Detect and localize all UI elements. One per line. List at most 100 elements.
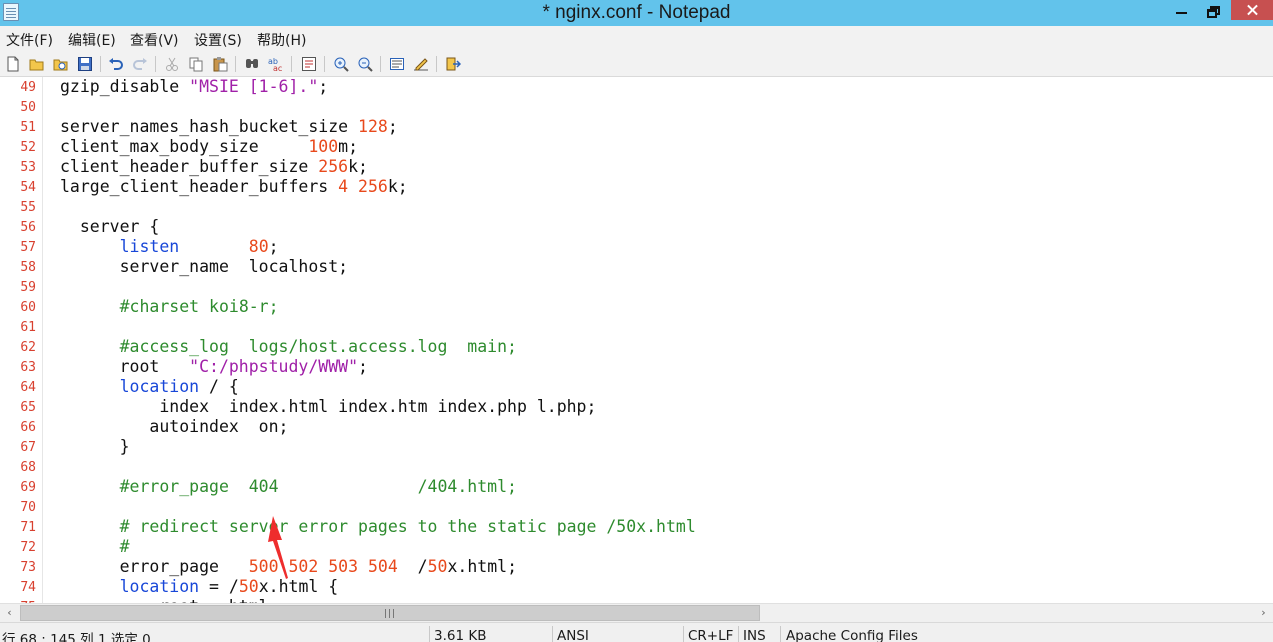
new-file-icon[interactable] (5, 56, 21, 72)
status-separator (552, 626, 553, 642)
line-number: 49 (20, 80, 36, 95)
code-line[interactable]: 64 location / { (0, 377, 1273, 397)
line-number: 59 (20, 280, 36, 295)
code-token: 4 (338, 177, 349, 196)
code-text: } (60, 437, 130, 457)
line-ending[interactable]: CR+LF (688, 628, 733, 642)
code-line[interactable]: 67 } (0, 437, 1273, 457)
code-line[interactable]: 54 large_client_header_buffers 4 256k; (0, 177, 1273, 197)
replace-icon[interactable]: ab ac (268, 56, 284, 72)
code-text: # redirect server error pages to the sta… (60, 517, 696, 537)
open-folder-icon[interactable] (29, 56, 45, 72)
line-number: 71 (20, 520, 36, 535)
save-icon[interactable] (77, 56, 93, 72)
code-token: k; (348, 157, 368, 176)
code-line[interactable]: 70 (0, 497, 1273, 517)
code-token: server_name localhost; (60, 257, 349, 276)
code-line[interactable]: 74 location = /50x.html { (0, 577, 1273, 597)
cut-icon[interactable] (164, 56, 180, 72)
code-line[interactable]: 52 client_max_body_size 100m; (0, 137, 1273, 157)
code-line[interactable]: 69 #error_page 404 /404.html; (0, 477, 1273, 497)
reopen-icon[interactable] (53, 56, 69, 72)
encoding[interactable]: ANSI (557, 628, 589, 642)
close-button[interactable] (1231, 0, 1273, 20)
scroll-left-arrow-icon[interactable]: ‹ (0, 604, 19, 622)
code-token: #charset koi8-r; (119, 297, 279, 316)
code-line[interactable]: 55 (0, 197, 1273, 217)
code-line[interactable]: 57 listen 80; (0, 237, 1273, 257)
restore-button[interactable] (1197, 0, 1233, 20)
code-line[interactable]: 66 autoindex on; (0, 417, 1273, 437)
insert-mode[interactable]: INS (743, 628, 766, 642)
redo-icon[interactable] (132, 56, 148, 72)
menu-file[interactable]: 文件(F) (6, 30, 53, 50)
code-line[interactable]: 49 gzip_disable "MSIE [1-6]."; (0, 77, 1273, 97)
minimize-button[interactable] (1163, 0, 1199, 20)
code-line[interactable]: 62 #access_log logs/host.access.log main… (0, 337, 1273, 357)
code-token: large_client_header_buffers (60, 177, 339, 196)
code-line[interactable]: 63 root "C:/phpstudy/WWW"; (0, 357, 1273, 377)
find-icon[interactable] (244, 56, 260, 72)
code-line[interactable]: 59 (0, 277, 1273, 297)
code-token: # (119, 537, 130, 556)
zoom-in-icon[interactable] (333, 56, 349, 72)
line-number: 66 (20, 420, 36, 435)
code-line[interactable]: 51 server_names_hash_bucket_size 128; (0, 117, 1273, 137)
code-line[interactable]: 60 #charset koi8-r; (0, 297, 1273, 317)
code-line[interactable]: 50 (0, 97, 1273, 117)
scroll-right-arrow-icon[interactable]: › (1254, 604, 1273, 622)
edit-icon[interactable] (413, 56, 429, 72)
code-line[interactable]: 68 (0, 457, 1273, 477)
code-token: x.html; (447, 557, 518, 576)
paste-icon[interactable] (212, 56, 228, 72)
line-number: 58 (20, 260, 36, 275)
red-annotation-arrow (268, 516, 288, 579)
code-line[interactable]: 72 # (0, 537, 1273, 557)
menu-settings[interactable]: 设置(S) (194, 30, 242, 50)
status-separator (738, 626, 739, 642)
menu-view[interactable]: 查看(V) (130, 30, 179, 50)
code-token: ; (268, 237, 279, 256)
code-token: 80 (248, 237, 269, 256)
zoom-out-icon[interactable] (357, 56, 373, 72)
code-token: server_names_hash_bucket_size (60, 117, 359, 136)
code-text: server { (60, 217, 159, 237)
toolbar: ab ac (0, 51, 1273, 77)
code-line[interactable]: 61 (0, 317, 1273, 337)
code-line[interactable]: 73 error_page 500 502 503 504 /50x.html; (0, 557, 1273, 577)
toolbar-separator (291, 56, 292, 72)
undo-icon[interactable] (108, 56, 124, 72)
line-number: 64 (20, 380, 36, 395)
code-line[interactable]: 58 server_name localhost; (0, 257, 1273, 277)
launch-icon[interactable] (445, 56, 461, 72)
line-number: 68 (20, 460, 36, 475)
copy-icon[interactable] (188, 56, 204, 72)
code-text: location / { (60, 377, 239, 397)
goto-icon[interactable] (301, 56, 317, 72)
horizontal-scrollbar[interactable]: ‹ › (0, 603, 1273, 622)
menu-help[interactable]: 帮助(H) (257, 30, 306, 50)
code-token: 504 (368, 557, 398, 576)
line-number: 57 (20, 240, 36, 255)
scrollbar-thumb[interactable] (20, 605, 760, 621)
syntax-language[interactable]: Apache Config Files (786, 628, 918, 642)
word-wrap-icon[interactable] (389, 56, 405, 72)
code-token: client_max_body_size (60, 137, 309, 156)
code-line[interactable]: 65 index index.html index.htm index.php … (0, 397, 1273, 417)
status-separator (683, 626, 684, 642)
text-editor[interactable]: 49 gzip_disable "MSIE [1-6]."; 50 51 server_… (0, 77, 1273, 603)
code-text: server_name localhost; (60, 257, 349, 277)
code-line[interactable]: 71 # redirect server error pages to the … (0, 517, 1273, 537)
code-text: gzip_disable "MSIE [1-6]."; (60, 77, 328, 97)
status-separator (429, 626, 430, 642)
code-line[interactable]: 56 server { (0, 217, 1273, 237)
code-token: client_header_buffer_size (60, 157, 319, 176)
code-text: root "C:/phpstudy/WWW"; (60, 357, 368, 377)
line-number: 63 (20, 360, 36, 375)
line-number: 73 (20, 560, 36, 575)
code-line[interactable]: 53 client_header_buffer_size 256k; (0, 157, 1273, 177)
menu-edit[interactable]: 编辑(E) (68, 30, 116, 50)
